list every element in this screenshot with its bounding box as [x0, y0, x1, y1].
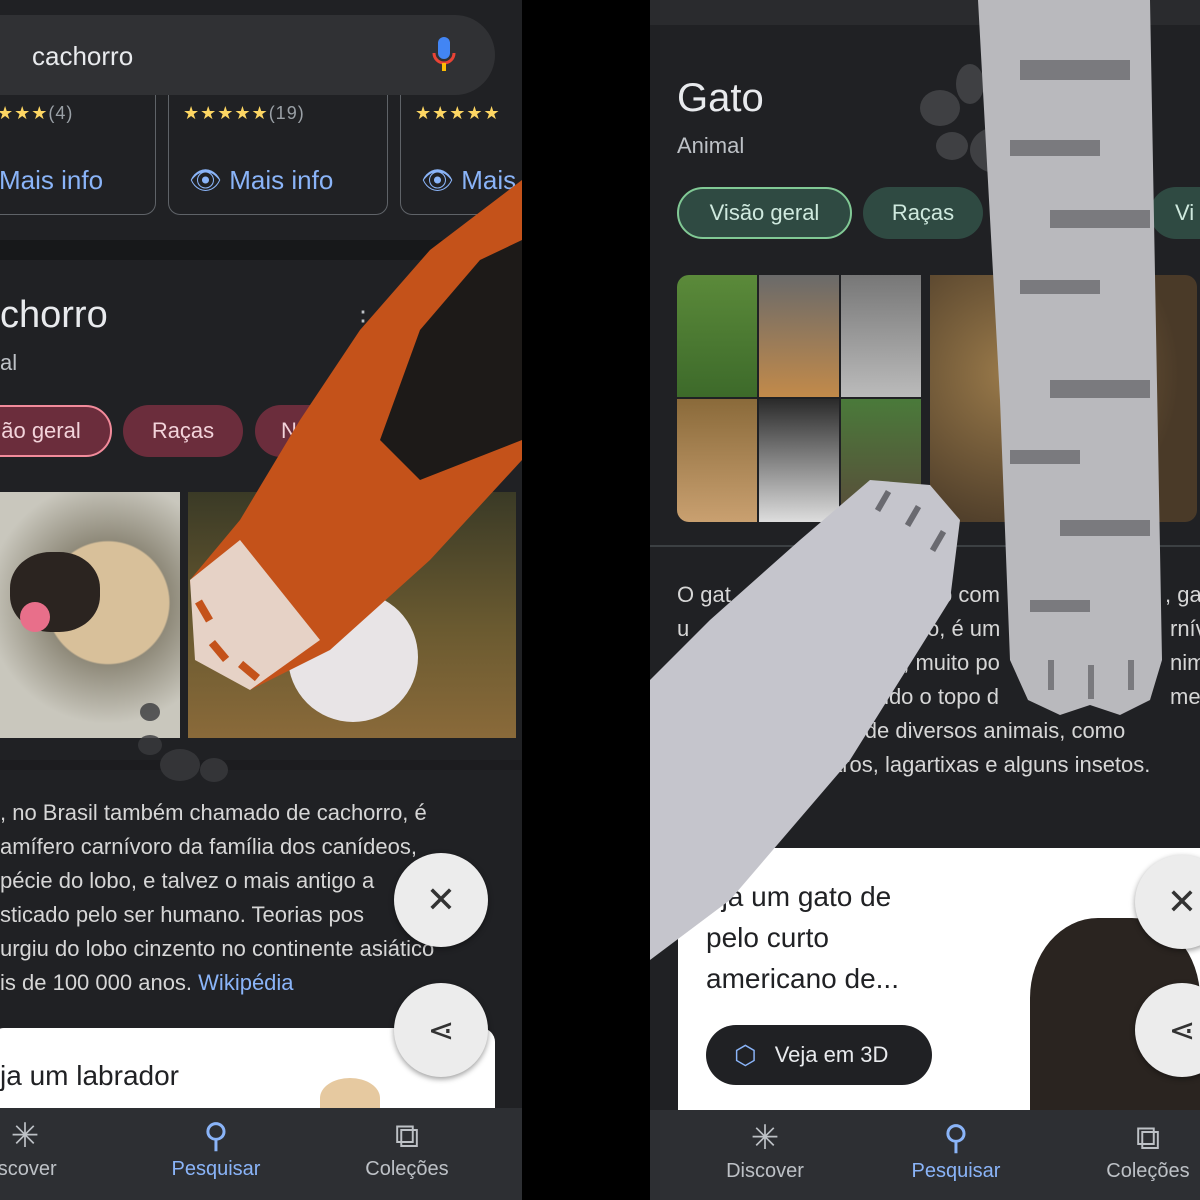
left-phone-screen: cachorro ★★★(4) Mais info ★★★★★(19) 👁 Ma…: [0, 0, 522, 1200]
gray-paws-illustration: [650, 0, 1162, 960]
close-button[interactable]: ✕: [394, 853, 488, 947]
right-phone-screen: Gato Animal Visão geral Raças Vi O gat o …: [650, 0, 1200, 1200]
close-icon: ✕: [1166, 881, 1198, 922]
share-icon: ⋖: [1168, 1012, 1196, 1048]
share-icon: ⋖: [427, 1012, 455, 1048]
share-button[interactable]: ⋖: [394, 983, 488, 1077]
close-icon: ✕: [425, 879, 457, 920]
